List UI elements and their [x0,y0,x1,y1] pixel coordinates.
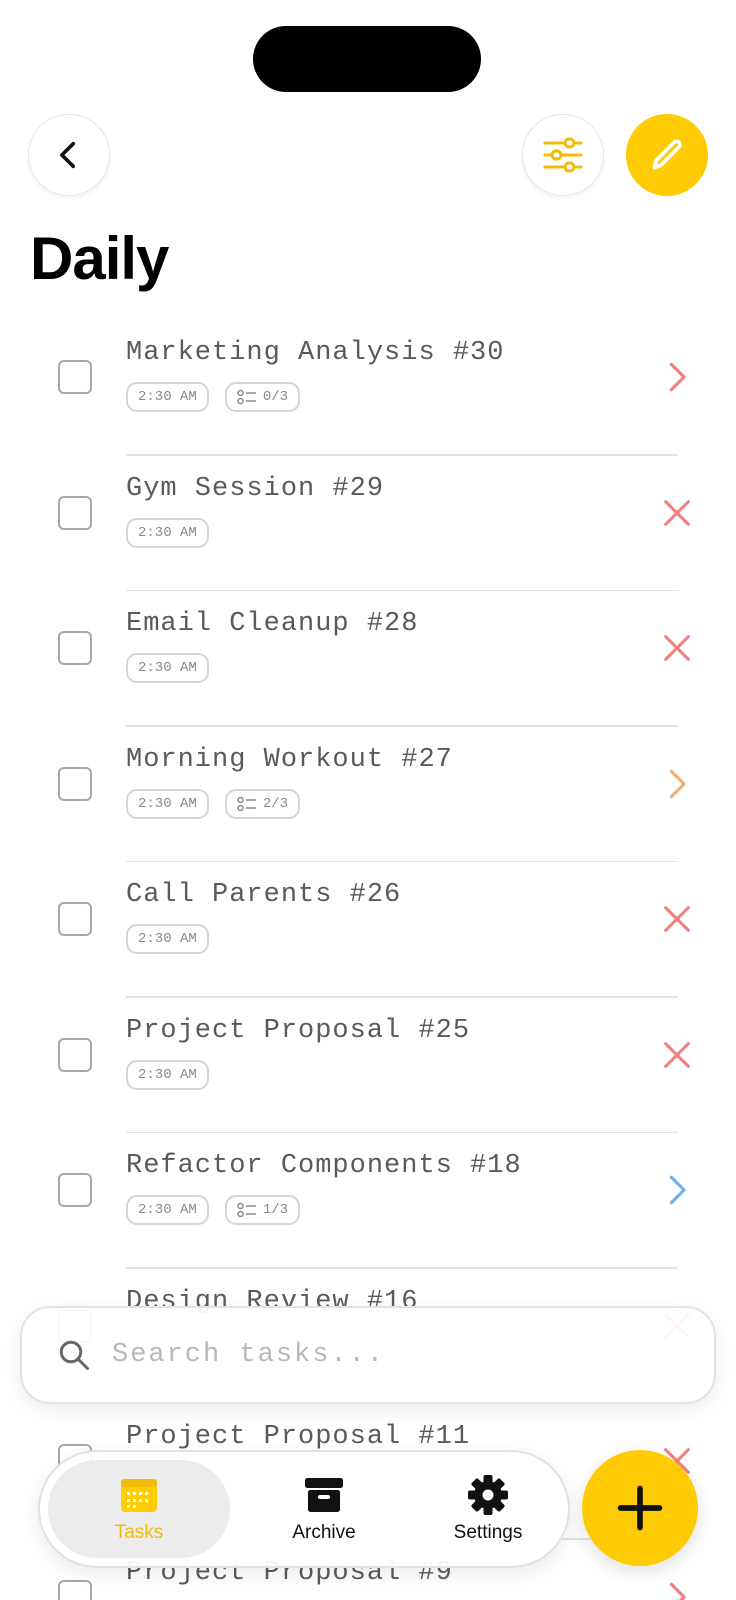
task-row[interactable]: Marketing Analysis #30 2:30 AM 0/3 [0,320,736,456]
task-action-button[interactable] [660,357,694,397]
task-checkbox[interactable] [58,766,92,801]
gear-icon [468,1475,508,1515]
tab-tasks[interactable]: Tasks [48,1460,230,1558]
task-meta: 2:30 AM 1/3 [126,1195,301,1225]
task-checkbox[interactable] [58,1037,92,1072]
task-meta: 2:30 AM [126,1059,209,1090]
task-action-button[interactable] [660,1170,694,1210]
chevron-left-icon [60,141,76,169]
task-list: Marketing Analysis #30 2:30 AM 0/3 Gym Sess… [0,320,736,1600]
tab-settings[interactable]: Settings [418,1460,558,1558]
task-checkbox[interactable] [58,1579,92,1600]
task-checkbox[interactable] [58,495,92,530]
subtask-badge: 1/3 [224,1195,301,1225]
tab-archive[interactable]: Archive [254,1460,394,1558]
task-title: Project Proposal #11 [126,1422,471,1452]
dynamic-island [253,26,481,92]
time-badge: 2:30 AM [126,1059,209,1090]
task-action-button[interactable] [660,628,694,668]
subtask-count: 1/3 [262,1202,289,1218]
back-button[interactable] [28,114,110,196]
search-input[interactable] [112,1340,672,1370]
tab-archive-label: Archive [292,1522,356,1543]
close-icon [664,906,690,932]
task-row[interactable]: Refactor Components #18 2:30 AM 1/3 [0,1133,736,1269]
search-bar[interactable] [20,1306,716,1404]
task-title: Gym Session #29 [126,473,385,504]
calendar-icon [121,1479,157,1512]
task-action-button[interactable] [660,764,694,804]
task-row[interactable]: Email Cleanup #28 2:30 AM [0,591,736,727]
task-action-button[interactable] [660,1035,694,1075]
page-title: Daily [30,225,169,292]
time-badge: 2:30 AM [126,653,209,683]
task-checkbox[interactable] [58,631,92,665]
task-title: Morning Workout #27 [126,744,453,775]
close-icon [664,499,690,526]
task-checkbox[interactable] [58,1173,92,1207]
tab-tasks-label: Tasks [114,1522,164,1543]
tab-bar: Tasks Archive Settings [38,1450,570,1568]
task-meta: 2:30 AM [126,924,209,954]
pencil-icon [652,139,682,170]
time-badge: 2:30 AM [126,924,209,954]
chevron-right-icon [669,1175,686,1205]
task-title: Refactor Components #18 [126,1151,522,1181]
chevron-right-icon [669,362,686,392]
task-row[interactable]: Gym Session #29 2:30 AM [0,456,736,591]
task-row[interactable]: Project Proposal #25 2:30 AM [0,998,736,1133]
task-action-button[interactable] [660,493,694,533]
close-icon [664,635,690,661]
task-meta: 2:30 AM 0/3 [126,382,301,412]
task-meta: 2:30 AM [126,517,209,548]
time-badge: 2:30 AM [126,788,209,819]
chevron-right-icon [669,1582,686,1600]
time-badge: 2:30 AM [126,1195,209,1225]
time-badge: 2:30 AM [126,382,209,412]
edit-button[interactable] [626,114,708,196]
tab-settings-label: Settings [453,1522,523,1543]
task-checkbox[interactable] [58,902,92,936]
chevron-right-icon [669,769,686,798]
task-checkbox[interactable] [58,360,92,394]
task-action-button[interactable] [660,899,694,939]
task-meta: 2:30 AM 2/3 [126,788,301,819]
task-title: Email Cleanup #28 [126,609,419,639]
task-row[interactable]: Morning Workout #27 2:30 AM 2/3 [0,727,736,862]
plus-icon [617,1485,663,1531]
add-task-button[interactable] [582,1450,698,1566]
task-title: Marketing Analysis #30 [126,338,505,368]
subtask-badge: 0/3 [224,382,301,412]
task-meta: 2:30 AM [126,653,209,683]
checklist-icon [237,1202,256,1218]
task-title: Call Parents #26 [126,880,402,910]
time-badge: 2:30 AM [126,517,209,548]
subtask-count: 0/3 [262,389,289,405]
task-action-button[interactable] [660,1577,694,1600]
sliders-icon [543,137,583,173]
task-title: Project Proposal #25 [126,1015,471,1046]
search-icon [59,1340,89,1370]
close-icon [664,1041,690,1068]
checklist-icon [237,389,256,405]
filter-button[interactable] [522,114,604,196]
archive-box-icon [305,1478,343,1512]
subtask-badge: 2/3 [224,788,301,819]
checklist-icon [237,796,256,811]
subtask-count: 2/3 [262,795,289,812]
task-row[interactable]: Call Parents #26 2:30 AM [0,862,736,998]
